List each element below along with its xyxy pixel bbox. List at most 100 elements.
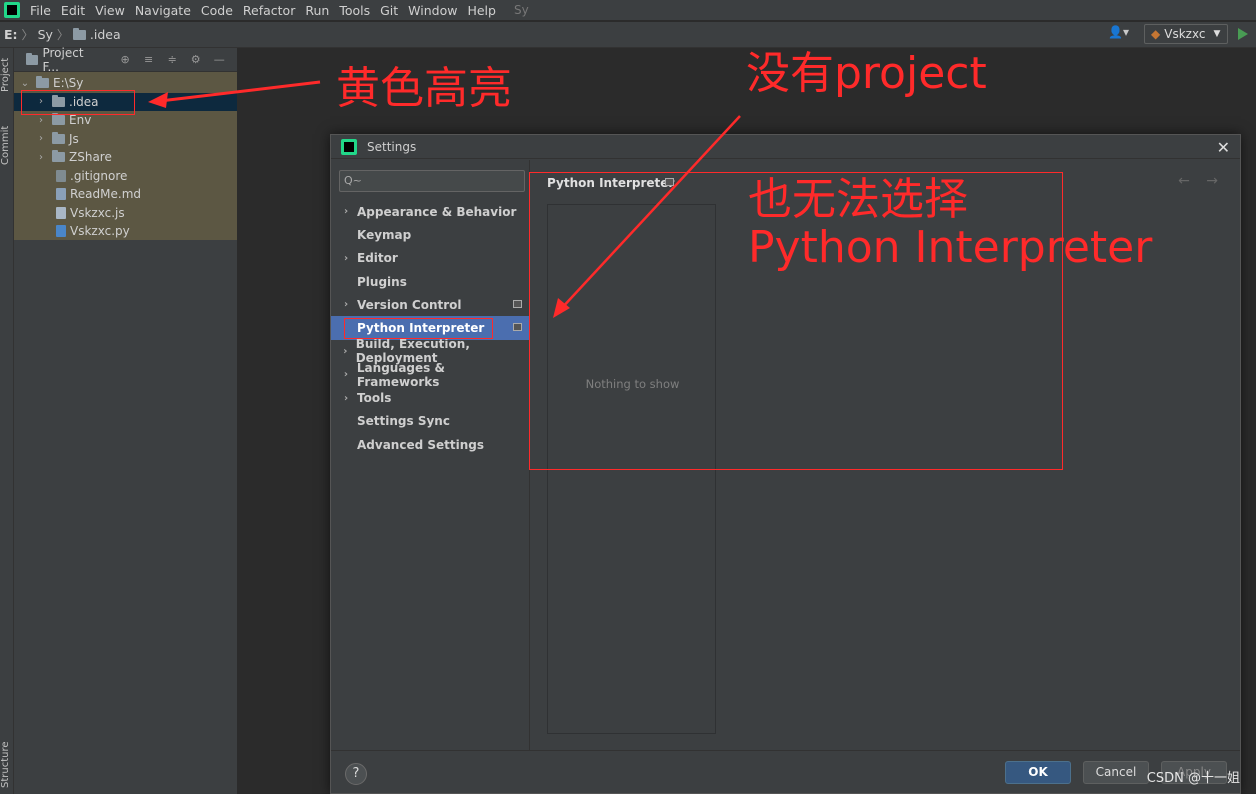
tree-item-vskzxc-py[interactable]: Vskzxc.py — [14, 222, 237, 241]
dialog-footer: ? OK Cancel Apply — [331, 750, 1240, 793]
chevron-down-icon: ⌄ — [20, 77, 30, 89]
nav-label: Appearance & Behavior — [357, 204, 517, 219]
collapse-all-icon[interactable]: ≑ — [166, 53, 178, 66]
nav-label: Tools — [357, 391, 392, 406]
menu-file[interactable]: File — [30, 3, 51, 18]
folder-icon — [72, 27, 86, 40]
breadcrumb-sy[interactable]: Sy — [38, 27, 53, 42]
menu-git[interactable]: Git — [380, 3, 398, 18]
locate-icon[interactable]: ⊕ — [119, 53, 131, 66]
breadcrumb-separator: 〉 — [56, 28, 69, 42]
help-button[interactable]: ? — [345, 763, 367, 785]
dialog-title: Settings — [367, 139, 417, 154]
chevron-right-icon: › — [343, 299, 349, 311]
nav-languages-frameworks[interactable]: › Languages & Frameworks — [331, 361, 530, 389]
tree-item-readme[interactable]: ReadMe.md — [14, 185, 237, 204]
js-file-icon — [56, 206, 66, 219]
chevron-right-icon: › — [343, 252, 349, 264]
chevron-right-icon: › — [39, 133, 43, 145]
back-forward-icons[interactable]: ← → — [1178, 173, 1224, 189]
csdn-watermark: CSDN @十一姐 — [1146, 771, 1240, 786]
pycharm-logo-icon — [341, 138, 357, 155]
menu-run[interactable]: Run — [305, 3, 329, 18]
chevron-right-icon: › — [39, 151, 43, 163]
nav-tools[interactable]: › Tools — [331, 386, 530, 409]
hide-icon[interactable]: — — [213, 53, 225, 66]
close-icon[interactable]: ✕ — [1217, 138, 1230, 157]
tree-item-gitignore[interactable]: .gitignore — [14, 167, 237, 186]
run-config-selector[interactable]: ◆ Vskzxc ▼ — [1144, 24, 1228, 44]
menu-edit[interactable]: Edit — [61, 3, 85, 18]
menu-code[interactable]: Code — [201, 3, 233, 18]
breadcrumb-idea[interactable]: .idea — [72, 27, 121, 42]
project-panel-title[interactable]: Project F... — [42, 46, 101, 74]
nav-version-control[interactable]: › Version Control — [331, 293, 530, 316]
menu-navigate[interactable]: Navigate — [135, 3, 191, 18]
project-scope-icon — [513, 300, 522, 309]
nav-label: Version Control — [357, 297, 462, 312]
chevron-right-icon: › — [343, 369, 349, 381]
annotation-cannot-select-line2: Python Interpreter — [748, 222, 1153, 273]
breadcrumb-drive[interactable]: E: — [4, 27, 18, 42]
run-icon[interactable] — [1238, 28, 1248, 40]
chevron-right-icon: › — [39, 114, 43, 126]
project-tool-tab[interactable]: Project — [0, 54, 14, 96]
project-panel-header: Project F... ⊕ ≡ ≑ ⚙ — — [14, 46, 237, 74]
nav-plugins[interactable]: ›Plugins — [331, 270, 530, 293]
dialog-titlebar[interactable]: Settings ✕ — [331, 135, 1240, 159]
menu-window[interactable]: Window — [408, 3, 457, 18]
ok-button[interactable]: OK — [1005, 761, 1071, 784]
settings-search-input[interactable]: Q~ — [339, 170, 525, 192]
menu-help[interactable]: Help — [467, 3, 496, 18]
expand-all-icon[interactable]: ≡ — [143, 53, 155, 66]
chevron-right-icon: › — [343, 392, 349, 404]
breadcrumb-idea-label: .idea — [89, 27, 121, 42]
folder-icon — [52, 131, 65, 144]
cancel-button[interactable]: Cancel — [1083, 761, 1149, 784]
nav-label: Plugins — [357, 274, 407, 289]
folder-icon — [36, 76, 49, 89]
commit-tool-tab[interactable]: Commit — [0, 120, 14, 170]
pycharm-logo-icon — [4, 2, 20, 18]
breadcrumb-drive-label: E: — [4, 27, 18, 42]
left-tool-stripe: Project Commit Structure — [0, 48, 14, 794]
tree-item-js[interactable]: › Js — [14, 130, 237, 149]
navigation-bar: E: 〉 Sy 〉 .idea 👤▾ ◆ Vskzxc ▼ — [0, 22, 1256, 48]
annotation-box-idea — [21, 90, 135, 115]
breadcrumb-separator: 〉 — [21, 28, 34, 42]
tree-item-label: Vskzxc.py — [70, 224, 130, 239]
tree-item-label: .gitignore — [70, 168, 128, 183]
folder-icon — [52, 150, 65, 163]
nav-build-execution-deployment[interactable]: › Build, Execution, Deployment — [331, 337, 530, 365]
tree-item-label: ZShare — [69, 150, 112, 165]
folder-icon — [52, 113, 65, 126]
gitignore-file-icon — [56, 169, 66, 182]
nav-keymap[interactable]: ›Keymap — [331, 223, 530, 246]
user-icon[interactable]: 👤▾ — [1108, 25, 1134, 43]
annotation-no-project: 没有project — [746, 48, 987, 99]
nav-appearance-behavior[interactable]: › Appearance & Behavior — [331, 200, 530, 223]
nav-editor[interactable]: › Editor — [331, 247, 530, 270]
project-scope-icon — [513, 323, 522, 332]
annotation-box-python-interpreter — [344, 318, 493, 339]
nav-label: Advanced Settings — [357, 437, 485, 452]
structure-tool-tab[interactable]: Structure — [0, 738, 14, 792]
chevron-right-icon: › — [343, 345, 348, 357]
nav-label: Keymap — [357, 227, 412, 242]
menu-view[interactable]: View — [95, 3, 125, 18]
menu-tools[interactable]: Tools — [339, 3, 370, 18]
tree-item-label: Js — [69, 131, 79, 146]
python-config-icon: ◆ — [1151, 27, 1161, 41]
run-config-label: Vskzxc — [1164, 27, 1206, 41]
tree-item-vskzxc-js[interactable]: Vskzxc.js — [14, 204, 237, 223]
tree-item-label: Vskzxc.js — [70, 205, 125, 220]
nav-advanced-settings[interactable]: ›Advanced Settings — [331, 433, 530, 456]
nav-settings-sync[interactable]: ›Settings Sync — [331, 410, 530, 433]
menu-refactor[interactable]: Refactor — [243, 3, 295, 18]
tree-item-label: Env — [69, 113, 92, 128]
project-panel: Project F... ⊕ ≡ ≑ ⚙ — ⌄ E:\Sy › .idea ›… — [14, 46, 237, 794]
tree-item-zshare[interactable]: › ZShare — [14, 148, 237, 167]
nav-label: Settings Sync — [357, 414, 450, 429]
project-name-hint: Sy — [513, 3, 529, 17]
gear-icon[interactable]: ⚙ — [190, 53, 202, 66]
